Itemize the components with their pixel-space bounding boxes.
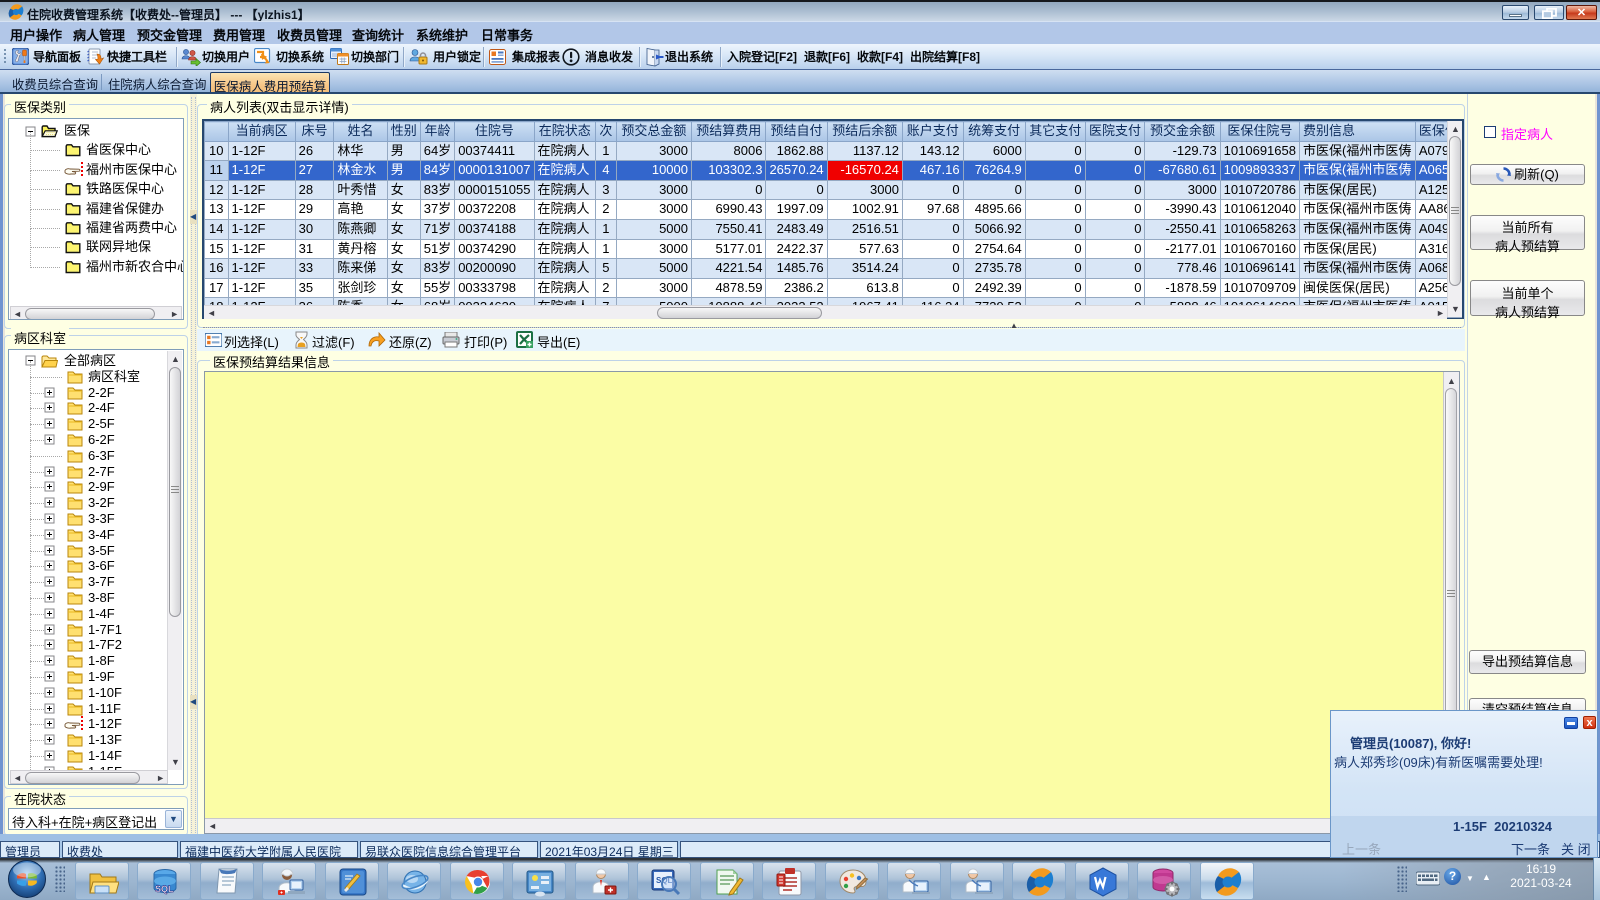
svg-text:SQL: SQL [155, 884, 174, 894]
